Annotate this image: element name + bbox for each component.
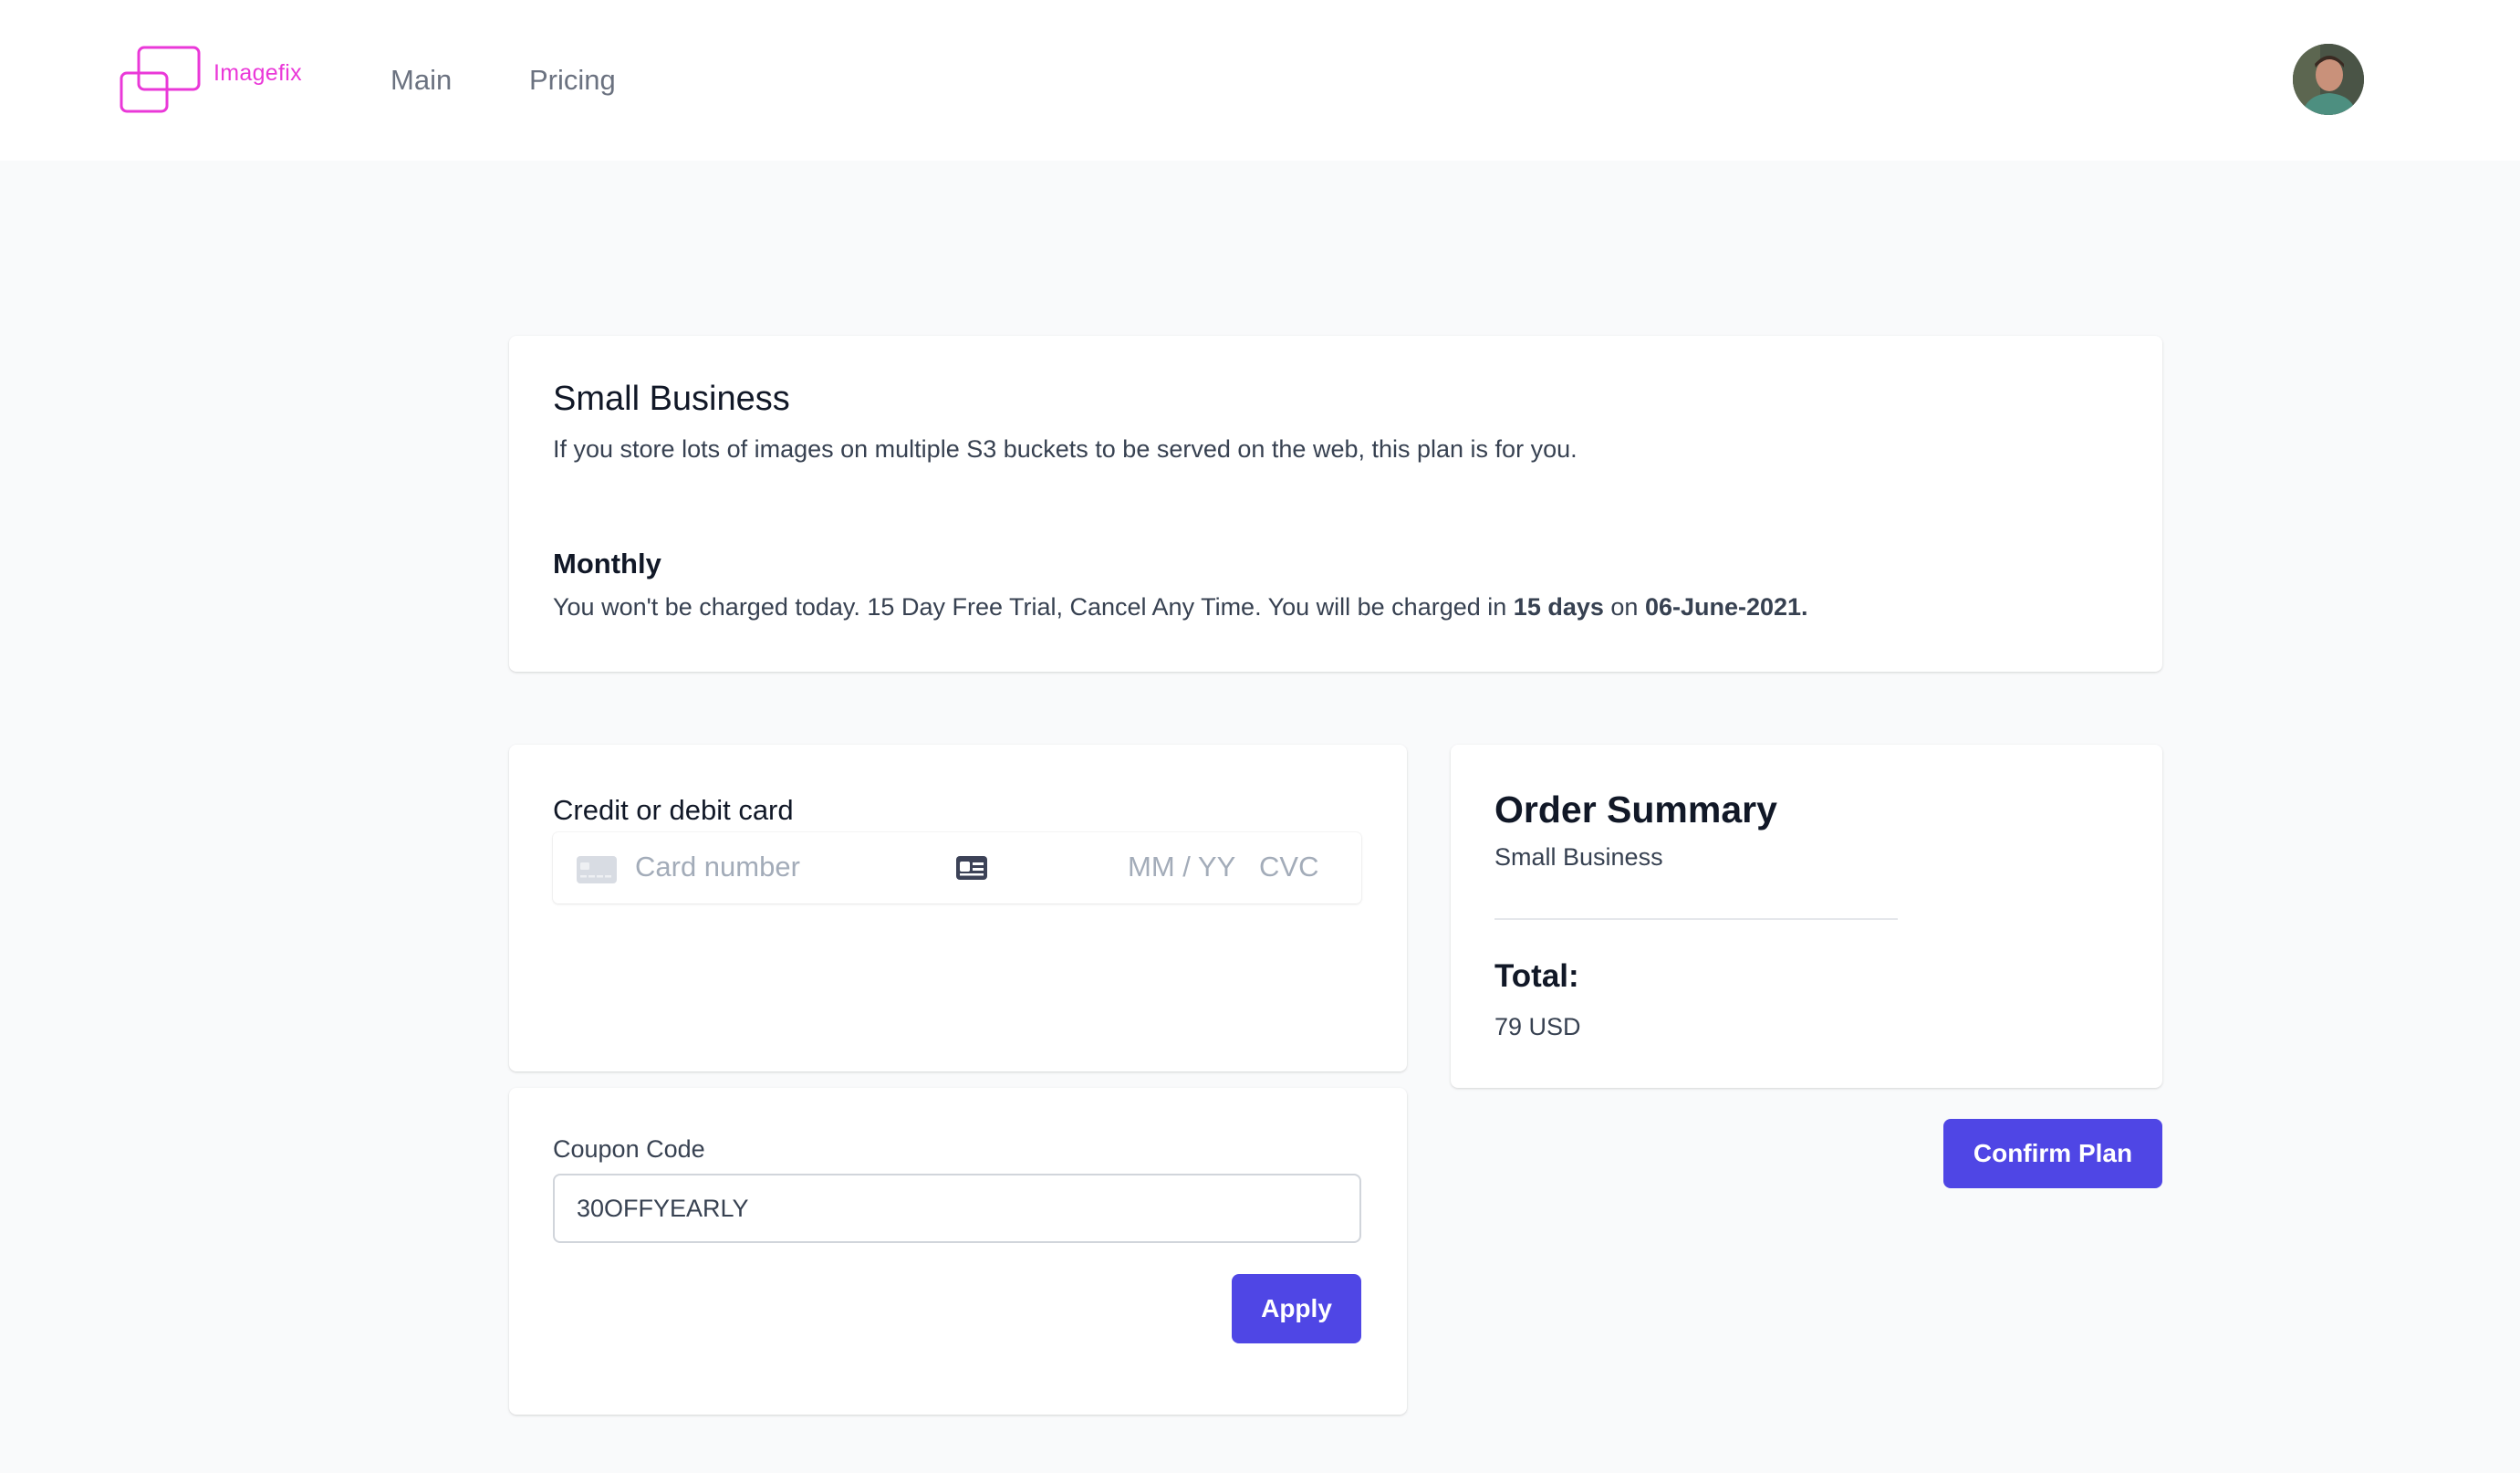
brand-name: Imagefix: [213, 60, 302, 86]
confirm-plan-button[interactable]: Confirm Plan: [1943, 1119, 2162, 1188]
charge-days: 15 days: [1513, 593, 1604, 621]
card-element[interactable]: Card number MM / YY CVC: [553, 832, 1361, 904]
order-summary-title: Order Summary: [1494, 789, 1777, 831]
billing-period-title: Monthly: [553, 548, 661, 580]
card-field-label: Credit or debit card: [553, 794, 794, 826]
plan-card: Small Business If you store lots of imag…: [509, 336, 2162, 672]
coupon-code-label: Coupon Code: [553, 1135, 705, 1163]
top-navigation-bar: Imagefix Main Pricing: [0, 0, 2520, 161]
plan-title: Small Business: [553, 380, 790, 418]
apply-coupon-button[interactable]: Apply: [1232, 1274, 1361, 1343]
cvc-placeholder[interactable]: CVC: [1259, 851, 1318, 883]
coupon-card: Coupon Code Apply: [509, 1088, 1407, 1415]
summary-divider: [1494, 918, 1898, 920]
summary-plan-name: Small Business: [1494, 843, 1663, 871]
trial-text: You won't be charged today. 15 Day Free …: [553, 593, 1507, 621]
brand-logo[interactable]: Imagefix: [119, 46, 328, 115]
expiry-placeholder[interactable]: MM / YY: [1128, 851, 1235, 883]
total-value: 79 USD: [1494, 1013, 1581, 1040]
trial-notice: You won't be charged today. 15 Day Free …: [553, 593, 1808, 622]
plan-description: If you store lots of images on multiple …: [553, 435, 1578, 463]
credit-card-icon: [577, 856, 617, 883]
on-text: on: [1610, 593, 1639, 621]
payment-card: Credit or debit card Card number MM / YY…: [509, 745, 1407, 1071]
order-summary-card: Order Summary Small Business Total: 79 U…: [1451, 745, 2162, 1088]
nav-link-main[interactable]: Main: [390, 64, 452, 97]
logo-icon: [120, 46, 201, 113]
nav-link-pricing[interactable]: Pricing: [529, 64, 616, 97]
autofill-card-icon[interactable]: [956, 856, 987, 880]
total-label: Total:: [1494, 958, 1579, 994]
user-avatar[interactable]: [2293, 44, 2364, 115]
charge-date: 06-June-2021.: [1644, 593, 1808, 621]
coupon-code-input[interactable]: [553, 1174, 1361, 1243]
card-number-placeholder[interactable]: Card number: [635, 851, 800, 883]
